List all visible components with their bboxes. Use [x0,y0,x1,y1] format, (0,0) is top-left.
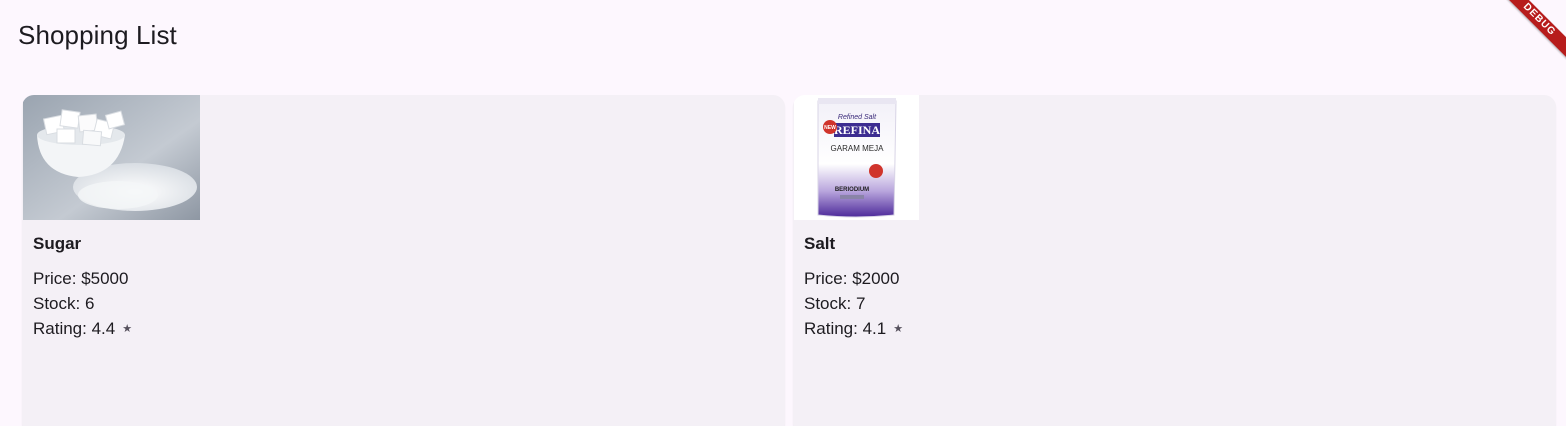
stock-value: 7 [855,294,866,313]
product-grid: Sugar Price: $5000 Stock: 6 Rating: 4.4 ★ [22,95,1557,426]
product-rating: Rating: 4.4 ★ [33,319,132,339]
product-rating: Rating: 4.1 ★ [804,319,903,339]
rating-value: 4.1 [862,319,887,338]
page-title: Shopping List [18,20,177,50]
price-label: Price: [33,269,82,288]
rating-value: 4.4 [91,319,116,338]
price-value: $2000 [852,269,900,288]
package-sub-text: GARAM MEJA [831,144,885,153]
rating-label: Rating: [33,319,92,338]
star-icon: ★ [122,323,133,335]
package-badge-text: NEW [824,125,836,131]
product-stock: Stock: 7 [804,294,865,314]
product-name: Salt [804,234,836,253]
price-value: $5000 [81,269,129,288]
product-stock: Stock: 6 [33,294,94,314]
stock-value: 6 [84,294,95,313]
product-price: Price: $2000 [804,269,899,289]
stock-label: Stock: [33,294,85,313]
package-brand-text: REFINA [834,123,880,137]
product-image-sugar [23,95,200,220]
app-window: Shopping List DEBUG Sugar Price: $5000 S… [0,0,1566,426]
star-icon: ★ [893,323,904,335]
package-top-text: Refined Salt [838,114,877,121]
rating-label: Rating: [804,319,863,338]
product-name: Sugar [33,234,82,253]
product-price: Price: $5000 [33,269,128,289]
product-card[interactable]: Refined Salt REFINA NEW GARAM MEJA BERIO… [793,95,1556,426]
price-label: Price: [804,269,853,288]
product-image-salt: Refined Salt REFINA NEW GARAM MEJA BERIO… [794,95,919,220]
package-bottom-text: BERIODIUM [835,187,869,193]
product-card[interactable]: Sugar Price: $5000 Stock: 6 Rating: 4.4 ★ [22,95,785,426]
stock-label: Stock: [804,294,856,313]
app-bar: Shopping List [0,0,1566,72]
